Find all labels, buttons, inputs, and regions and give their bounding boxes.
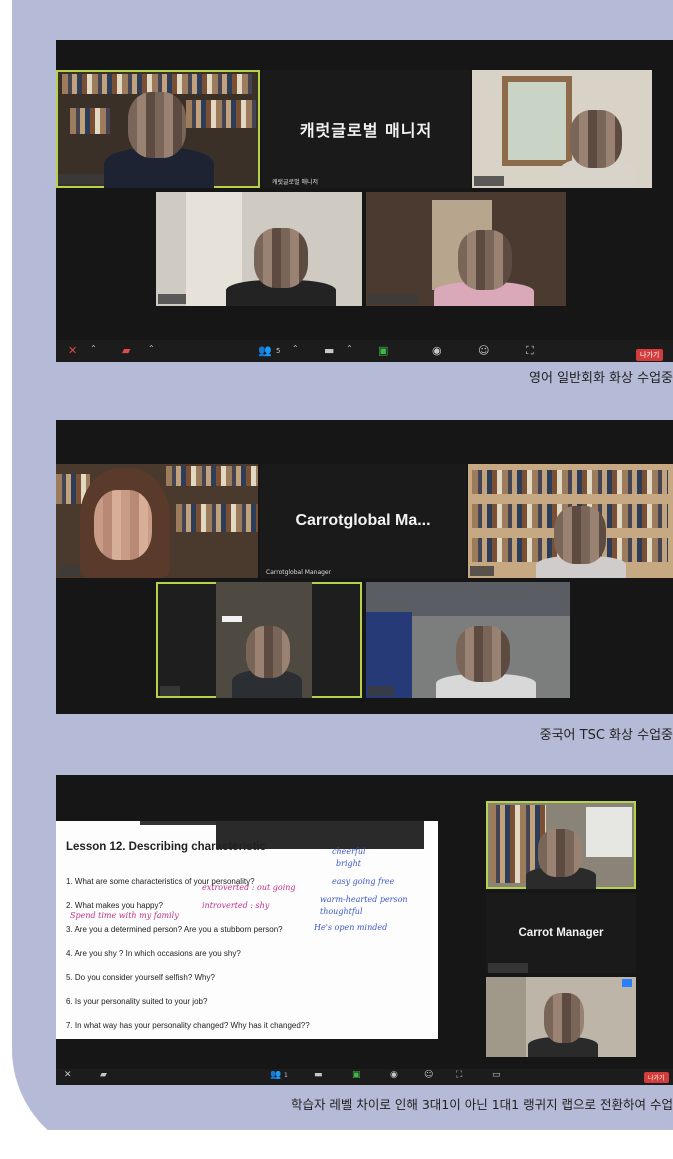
- chevron-up-icon[interactable]: ⌃: [148, 344, 155, 353]
- fullscreen-icon[interactable]: ⛶: [456, 1070, 462, 1080]
- video-tile-student-4[interactable]: [366, 582, 570, 698]
- chevron-up-icon[interactable]: ⌃: [292, 344, 299, 353]
- name-tag: [58, 566, 80, 576]
- blurred-face: [458, 230, 512, 290]
- record-icon[interactable]: ◉: [390, 1070, 398, 1080]
- video-tile-manager[interactable]: Carrotglobal Ma... Carrotglobal Manager: [260, 464, 466, 578]
- blurred-face: [570, 110, 622, 168]
- window-glass: [508, 82, 566, 160]
- name-tag: [158, 294, 186, 304]
- name-tag: [58, 174, 104, 184]
- zoom-screenshot-chinese: Carrotglobal Ma... Carrotglobal Manager: [56, 420, 673, 714]
- manager-name-card: 캐럿글로벌 매니저: [299, 121, 433, 140]
- bookshelf: [166, 466, 258, 486]
- question-2: 2. What makes you happy?: [66, 901, 163, 910]
- video-tile-student-1[interactable]: [56, 70, 260, 188]
- shared-document[interactable]: Lesson 12. Describing characteristic 1. …: [56, 821, 438, 1039]
- meeting-toolbar: ✕ ▰ 👥 1 ▬ ▣ ◉ ☺ ⛶ ▭ 나가기: [56, 1069, 673, 1085]
- annotation-bright: bright: [336, 859, 361, 868]
- video-tile-student-2[interactable]: [472, 70, 652, 188]
- participants-count: 5: [276, 347, 281, 355]
- video-tile-student-4[interactable]: [366, 192, 566, 306]
- video-tile-student[interactable]: [486, 801, 636, 889]
- manager-name-label: Carrotglobal Manager: [266, 569, 332, 576]
- share-screen-icon[interactable]: ▣: [378, 344, 388, 357]
- annotation-introverted: introverted : shy: [202, 901, 270, 910]
- name-tag: [488, 963, 528, 973]
- video-tile-student-2[interactable]: [468, 464, 673, 578]
- annotation-open-minded: He's open minded: [314, 923, 388, 932]
- video-tile-teacher[interactable]: [486, 977, 636, 1057]
- video-tile-student-1[interactable]: [56, 464, 258, 578]
- name-tag: [160, 686, 180, 696]
- chevron-up-icon[interactable]: ⌃: [346, 344, 353, 353]
- blurred-face: [246, 626, 290, 678]
- participants-count: 1: [284, 1072, 288, 1079]
- bookshelf: [70, 108, 110, 134]
- chat-icon[interactable]: ▬: [324, 344, 334, 357]
- window: [586, 807, 632, 857]
- caption-language-lab: 학습자 레벨 차이로 인해 3대1이 아닌 1대1 랭귀지 랩으로 전환하여 수…: [290, 1097, 673, 1112]
- chevron-up-icon[interactable]: ⌃: [90, 344, 97, 353]
- name-tag: [470, 566, 494, 576]
- share-screen-icon[interactable]: ▣: [352, 1070, 361, 1080]
- bookshelf: [62, 74, 252, 94]
- caption-english: 영어 일반회화 화상 수업중: [529, 371, 673, 386]
- blurred-face: [456, 626, 510, 682]
- participants-icon[interactable]: 👥: [258, 344, 272, 357]
- bookshelf: [472, 470, 668, 494]
- leave-button[interactable]: 나가기: [636, 349, 664, 361]
- question-6: 6. Is your personality suited to your jo…: [66, 997, 208, 1006]
- manager-name-card: Carrotglobal Ma...: [295, 512, 431, 529]
- annotation-warm-hearted: warm-hearted person: [320, 895, 408, 904]
- annotation-spend-time: Spend time with my family: [70, 911, 179, 920]
- blurred-face: [544, 993, 584, 1043]
- chat-icon[interactable]: ▬: [314, 1070, 323, 1080]
- annotation-easy-going: easy going free: [332, 877, 395, 886]
- caption-chinese: 중국어 TSC 화상 수업중: [539, 728, 673, 743]
- bookshelf: [186, 100, 256, 128]
- name-tag: [368, 686, 394, 696]
- corner-badge: [622, 979, 632, 987]
- blurred-face: [254, 228, 308, 288]
- video-off-icon[interactable]: ▰: [122, 344, 130, 357]
- name-tag: [368, 294, 418, 304]
- wall: [486, 977, 526, 1057]
- annotation-extroverted: extroverted : out going: [202, 883, 296, 892]
- question-4: 4. Are you shy ? In which occasions are …: [66, 949, 241, 958]
- blurred-face: [94, 490, 152, 560]
- video-tile-student-3[interactable]: [156, 582, 362, 698]
- window: [366, 582, 570, 616]
- mute-icon[interactable]: ✕: [68, 344, 77, 357]
- more-icon[interactable]: ▭: [492, 1070, 501, 1080]
- reactions-icon[interactable]: ☺: [478, 344, 489, 357]
- question-3: 3. Are you a determined person? Are you …: [66, 925, 283, 934]
- bookshelf: [176, 504, 258, 532]
- zoom-screenshot-english: 캐럿글로벌 매니저 캐럿글로벌 매니저 ✕ ⌃ ▰ ⌃ 👥 5 ⌃ ▬ ⌃ ▣ …: [56, 40, 673, 362]
- video-icon[interactable]: ▰: [100, 1070, 107, 1080]
- video-tile-manager[interactable]: Carrot Manager: [486, 893, 636, 973]
- annotation-thoughtful: thoughtful: [320, 907, 363, 916]
- manager-name-card: Carrot Manager: [518, 927, 604, 939]
- ceiling-light: [222, 616, 242, 622]
- blurred-face: [128, 92, 186, 158]
- blurred-face: [538, 829, 582, 877]
- manager-name-label: 캐럿글로벌 매니저: [272, 179, 319, 186]
- name-tag: [474, 176, 504, 186]
- video-tile-manager[interactable]: 캐럿글로벌 매니저 캐럿글로벌 매니저: [262, 70, 470, 188]
- reactions-icon[interactable]: ☺: [424, 1070, 433, 1080]
- zoom-screenshot-language-lab: Lesson 12. Describing characteristic 1. …: [56, 775, 673, 1085]
- leave-button[interactable]: 나가기: [644, 1072, 669, 1083]
- mute-icon[interactable]: ✕: [64, 1070, 72, 1080]
- fullscreen-icon[interactable]: ⛶: [526, 344, 534, 358]
- video-tile-student-3[interactable]: [156, 192, 362, 306]
- record-icon[interactable]: ◉: [432, 344, 442, 357]
- question-5: 5. Do you consider yourself selfish? Why…: [66, 973, 215, 982]
- meeting-toolbar: ✕ ⌃ ▰ ⌃ 👥 5 ⌃ ▬ ⌃ ▣ ◉ ☺ ⛶ 나가기: [56, 340, 673, 362]
- annotation-cheerful: cheerful: [332, 847, 366, 856]
- participants-icon[interactable]: 👥: [270, 1070, 281, 1080]
- lesson-title: Lesson 12. Describing characteristic: [66, 841, 267, 853]
- question-7: 7. In what way has your personality chan…: [66, 1021, 310, 1030]
- blurred-face: [554, 506, 606, 564]
